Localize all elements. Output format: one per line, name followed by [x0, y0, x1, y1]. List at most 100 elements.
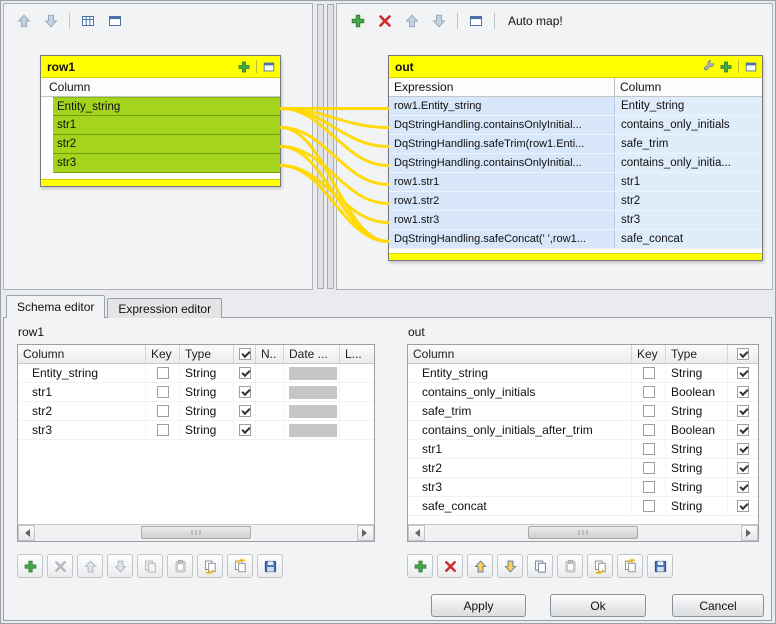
scrollbar-track[interactable] — [425, 525, 741, 541]
nullable-all-checkbox[interactable] — [239, 348, 251, 360]
add-row-button[interactable] — [407, 554, 433, 578]
output-row[interactable]: row1.str2 str2 — [389, 192, 762, 211]
key-checkbox[interactable] — [643, 386, 655, 398]
delete-output-button[interactable] — [373, 10, 397, 32]
column-cell[interactable]: Entity_string — [615, 97, 762, 115]
nullable-checkbox[interactable] — [737, 500, 749, 512]
header-key[interactable]: Key — [146, 345, 180, 363]
splitter-sash[interactable] — [327, 4, 334, 289]
move-down-button[interactable] — [107, 554, 133, 578]
expression-cell[interactable]: DqStringHandling.containsOnlyInitial... — [389, 154, 615, 172]
key-checkbox[interactable] — [643, 462, 655, 474]
header-column[interactable]: Column — [18, 345, 146, 363]
schema-row[interactable]: Entity_string String — [408, 364, 758, 383]
add-output-button[interactable] — [346, 10, 370, 32]
move-up-button[interactable] — [12, 10, 36, 32]
settings-wrench-icon[interactable] — [702, 60, 716, 74]
output-row[interactable]: DqStringHandling.containsOnlyInitial... … — [389, 154, 762, 173]
tab-expression-editor[interactable]: Expression editor — [107, 298, 222, 318]
nullable-all-checkbox[interactable] — [737, 348, 749, 360]
nullable-checkbox[interactable] — [737, 443, 749, 455]
header-type[interactable]: Type — [180, 345, 234, 363]
key-checkbox[interactable] — [643, 367, 655, 379]
scroll-left-button[interactable] — [18, 525, 35, 541]
header-date-pattern[interactable]: Date ... — [284, 345, 340, 363]
paste-button[interactable] — [167, 554, 193, 578]
move-up-button[interactable] — [77, 554, 103, 578]
expression-cell[interactable]: row1.str1 — [389, 173, 615, 191]
move-up-button[interactable] — [400, 10, 424, 32]
splitter-sash[interactable] — [317, 4, 324, 289]
output-row[interactable]: DqStringHandling.containsOnlyInitial... … — [389, 116, 762, 135]
input-table-title-bar[interactable]: row1 — [41, 56, 280, 78]
output-row[interactable]: DqStringHandling.safeTrim(row1.Enti... s… — [389, 135, 762, 154]
copy-schema-to-input-button[interactable] — [587, 554, 613, 578]
nullable-checkbox[interactable] — [737, 386, 749, 398]
copy-button[interactable] — [527, 554, 553, 578]
nullable-checkbox[interactable] — [737, 367, 749, 379]
key-checkbox[interactable] — [643, 443, 655, 455]
nullable-checkbox[interactable] — [239, 405, 251, 417]
schema-row[interactable]: str2 String — [408, 459, 758, 478]
expression-cell[interactable]: DqStringHandling.safeTrim(row1.Enti... — [389, 135, 615, 153]
header-key[interactable]: Key — [632, 345, 666, 363]
schema-row[interactable]: str3 String — [18, 421, 374, 440]
nullable-checkbox[interactable] — [737, 462, 749, 474]
key-checkbox[interactable] — [643, 405, 655, 417]
column-cell[interactable]: str2 — [615, 192, 762, 210]
nullable-checkbox[interactable] — [239, 424, 251, 436]
tab-schema-editor[interactable]: Schema editor — [6, 295, 105, 318]
apply-button[interactable]: Apply — [431, 594, 526, 617]
column-cell[interactable]: safe_trim — [615, 135, 762, 153]
output-row[interactable]: row1.str3 str3 — [389, 211, 762, 230]
scrollbar-thumb[interactable] — [141, 526, 251, 539]
scrollbar-thumb[interactable] — [528, 526, 638, 539]
nullable-checkbox[interactable] — [737, 405, 749, 417]
column-cell[interactable]: str1 — [615, 173, 762, 191]
input-row[interactable]: str3 — [53, 154, 280, 173]
output-row[interactable]: DqStringHandling.safeConcat(' ',row1... … — [389, 230, 762, 249]
expression-cell[interactable]: row1.str3 — [389, 211, 615, 229]
schema-row[interactable]: str3 String — [408, 478, 758, 497]
delete-row-button[interactable] — [47, 554, 73, 578]
expression-cell[interactable]: row1.str2 — [389, 192, 615, 210]
grid-view-button[interactable] — [76, 10, 100, 32]
header-length[interactable]: L... — [340, 345, 374, 363]
save-button[interactable] — [257, 554, 283, 578]
nullable-checkbox[interactable] — [239, 367, 251, 379]
copy-button[interactable] — [137, 554, 163, 578]
expression-cell[interactable]: DqStringHandling.containsOnlyInitial... — [389, 116, 615, 134]
scroll-right-button[interactable] — [357, 525, 374, 541]
output-row[interactable]: row1.Entity_string Entity_string — [389, 97, 762, 116]
schema-row[interactable]: str1 String — [408, 440, 758, 459]
key-checkbox[interactable] — [157, 386, 169, 398]
copy-schema-from-output-button[interactable] — [227, 554, 253, 578]
nullable-checkbox[interactable] — [737, 424, 749, 436]
schema-row[interactable]: contains_only_initials Boolean — [408, 383, 758, 402]
scrollbar-track[interactable] — [35, 525, 357, 541]
expression-cell[interactable]: row1.Entity_string — [389, 97, 615, 115]
delete-row-button[interactable] — [437, 554, 463, 578]
column-cell[interactable]: contains_only_initials — [615, 116, 762, 134]
window-view-button[interactable] — [103, 10, 127, 32]
schema-row[interactable]: safe_concat String — [408, 497, 758, 516]
nullable-checkbox[interactable] — [737, 481, 749, 493]
key-checkbox[interactable] — [157, 424, 169, 436]
scroll-right-button[interactable] — [741, 525, 758, 541]
key-checkbox[interactable] — [157, 405, 169, 417]
schema-row[interactable]: Entity_string String — [18, 364, 374, 383]
output-row[interactable]: row1.str1 str1 — [389, 173, 762, 192]
move-down-button[interactable] — [427, 10, 451, 32]
cancel-button[interactable]: Cancel — [672, 594, 764, 617]
add-column-icon[interactable] — [719, 60, 733, 74]
column-cell[interactable]: safe_concat — [615, 230, 762, 248]
schema-row[interactable]: contains_only_initials_after_trim Boolea… — [408, 421, 758, 440]
paste-button[interactable] — [557, 554, 583, 578]
input-row[interactable]: str1 — [53, 116, 280, 135]
copy-schema-to-output-button[interactable] — [197, 554, 223, 578]
add-column-icon[interactable] — [237, 60, 251, 74]
key-checkbox[interactable] — [643, 500, 655, 512]
move-down-button[interactable] — [39, 10, 63, 32]
header-type[interactable]: Type — [666, 345, 728, 363]
copy-schema-from-input-button[interactable] — [617, 554, 643, 578]
